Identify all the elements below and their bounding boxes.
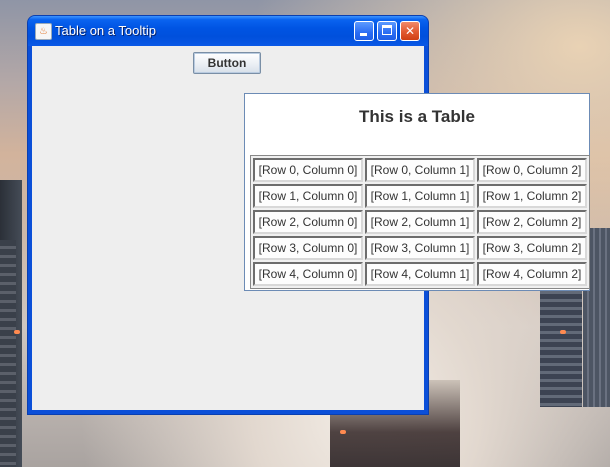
background-building	[0, 240, 16, 467]
table-row: [Row 3, Column 0] [Row 3, Column 1] [Row…	[252, 235, 588, 261]
table-cell: [Row 3, Column 0]	[253, 236, 363, 260]
minimize-icon	[360, 33, 367, 36]
main-button[interactable]: Button	[193, 52, 261, 74]
close-button[interactable]: ✕	[400, 21, 420, 41]
background-light	[560, 330, 566, 334]
close-icon: ✕	[404, 24, 416, 38]
title-bar[interactable]: ♨ Table on a Tooltip ✕	[28, 16, 428, 46]
table-tooltip: This is a Table [Row 0, Column 0] [Row 0…	[244, 93, 590, 291]
table-cell: [Row 4, Column 1]	[365, 262, 475, 286]
table-cell: [Row 1, Column 2]	[477, 184, 587, 208]
tooltip-title: This is a Table	[359, 107, 475, 126]
window-title: Table on a Tooltip	[55, 23, 156, 38]
table-row: [Row 1, Column 0] [Row 1, Column 1] [Row…	[252, 183, 588, 209]
table-cell: [Row 3, Column 1]	[365, 236, 475, 260]
table-cell: [Row 4, Column 2]	[477, 262, 587, 286]
table-cell: [Row 2, Column 2]	[477, 210, 587, 234]
table-cell: [Row 1, Column 0]	[253, 184, 363, 208]
java-cup-icon[interactable]: ♨	[35, 23, 52, 40]
tooltip-table: [Row 0, Column 0] [Row 0, Column 1] [Row…	[250, 155, 590, 289]
table-cell: [Row 4, Column 0]	[253, 262, 363, 286]
maximize-button[interactable]	[377, 21, 397, 41]
table-row: [Row 4, Column 0] [Row 4, Column 1] [Row…	[252, 261, 588, 287]
table-cell: [Row 0, Column 1]	[365, 158, 475, 182]
table-cell: [Row 2, Column 1]	[365, 210, 475, 234]
table-cell: [Row 3, Column 2]	[477, 236, 587, 260]
table-row: [Row 2, Column 0] [Row 2, Column 1] [Row…	[252, 209, 588, 235]
table-cell: [Row 2, Column 0]	[253, 210, 363, 234]
table-cell: [Row 1, Column 1]	[365, 184, 475, 208]
background-light	[340, 430, 346, 434]
table-cell: [Row 0, Column 2]	[477, 158, 587, 182]
minimize-button[interactable]	[354, 21, 374, 41]
table-cell: [Row 0, Column 0]	[253, 158, 363, 182]
background-light	[14, 330, 20, 334]
maximize-icon	[382, 25, 392, 35]
table-row: [Row 0, Column 0] [Row 0, Column 1] [Row…	[252, 157, 588, 183]
